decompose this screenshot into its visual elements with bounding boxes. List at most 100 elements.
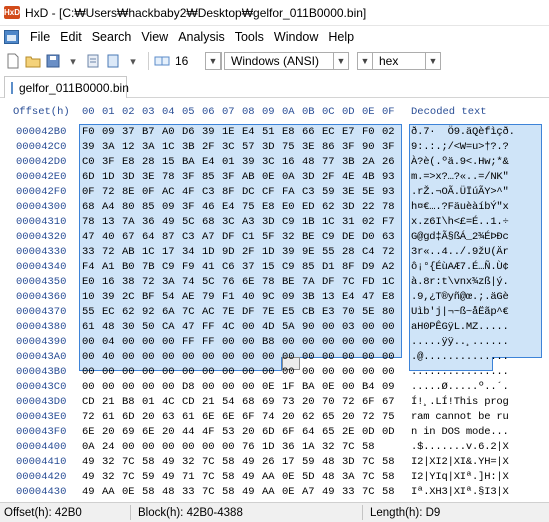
hex-byte[interactable]: 41	[202, 261, 219, 273]
hex-byte[interactable]: 65	[322, 426, 339, 438]
document-icon[interactable]	[104, 52, 122, 70]
hex-byte[interactable]: F4	[82, 261, 99, 273]
hex-byte[interactable]: 39	[242, 156, 259, 168]
hex-byte[interactable]: 66	[302, 126, 319, 138]
hex-byte[interactable]: 00	[222, 381, 239, 393]
hex-byte[interactable]: 75	[242, 201, 259, 213]
hex-byte[interactable]: A4	[102, 201, 119, 213]
hex-byte[interactable]: 49	[162, 216, 179, 228]
hex-byte[interactable]: BA	[182, 156, 199, 168]
hex-byte[interactable]: 4F	[202, 426, 219, 438]
hex-byte[interactable]: 4D	[262, 321, 279, 333]
hex-byte[interactable]: C3	[202, 186, 219, 198]
menu-search[interactable]: Search	[87, 30, 137, 44]
hex-byte[interactable]: 7C	[202, 486, 219, 498]
hex-byte[interactable]: 75	[382, 411, 399, 423]
hex-byte[interactable]: 5C	[202, 276, 219, 288]
hex-byte[interactable]: AB	[242, 171, 259, 183]
hex-byte[interactable]: C9	[282, 216, 299, 228]
hex-byte[interactable]: 7C	[202, 456, 219, 468]
hex-byte[interactable]: BA	[302, 381, 319, 393]
hex-byte[interactable]: 40	[102, 231, 119, 243]
hex-byte[interactable]: A1	[102, 261, 119, 273]
hex-byte[interactable]: D6	[182, 126, 199, 138]
hex-byte[interactable]: CA	[162, 321, 179, 333]
hex-byte[interactable]: 15	[162, 156, 179, 168]
hex-byte[interactable]: 00	[82, 336, 99, 348]
hex-byte[interactable]: 72	[102, 186, 119, 198]
hex-byte[interactable]: E0	[282, 201, 299, 213]
hex-byte[interactable]: 53	[222, 426, 239, 438]
hex-byte[interactable]: 67	[382, 396, 399, 408]
hex-byte[interactable]: 1C	[142, 246, 159, 258]
hex-byte[interactable]: 3A	[162, 276, 179, 288]
hex-byte[interactable]: CF	[262, 186, 279, 198]
hex-byte[interactable]: 62	[302, 411, 319, 423]
hex-byte[interactable]: 00	[142, 366, 159, 378]
decoded-text[interactable]: G@gd‡Ã§ßÁ_2¾ÉÞÐc	[411, 231, 509, 243]
hex-byte[interactable]: 93	[382, 186, 399, 198]
hex-byte[interactable]: 2C	[122, 291, 139, 303]
menu-edit[interactable]: Edit	[55, 30, 87, 44]
hex-byte[interactable]: BE	[302, 231, 319, 243]
hex-byte[interactable]: 0E	[262, 171, 279, 183]
hex-byte[interactable]: 00	[202, 351, 219, 363]
hex-byte[interactable]: AE	[182, 291, 199, 303]
hex-byte[interactable]: 72	[142, 276, 159, 288]
bytes-per-row-value[interactable]: 16	[173, 54, 205, 68]
hex-byte[interactable]: 6D	[262, 426, 279, 438]
hex-byte[interactable]: 74	[262, 411, 279, 423]
hex-byte[interactable]: 7C	[362, 456, 379, 468]
hex-byte[interactable]: 5E	[362, 186, 379, 198]
hex-byte[interactable]: BE	[282, 276, 299, 288]
hex-byte[interactable]: C9	[162, 261, 179, 273]
hex-byte[interactable]: 00	[242, 381, 259, 393]
hex-byte[interactable]: 68	[202, 216, 219, 228]
hex-byte[interactable]: 6F	[242, 411, 259, 423]
hex-byte[interactable]: B8	[122, 396, 139, 408]
hex-byte[interactable]: 02	[382, 126, 399, 138]
hex-byte[interactable]: 3A	[102, 141, 119, 153]
hex-byte[interactable]: C0	[82, 156, 99, 168]
chevron-down-icon[interactable]: ▼	[333, 53, 348, 69]
hex-byte[interactable]: 47	[182, 321, 199, 333]
hex-byte[interactable]: 00	[122, 336, 139, 348]
hex-byte[interactable]: 3F	[182, 171, 199, 183]
hex-byte[interactable]: 00	[182, 366, 199, 378]
hex-byte[interactable]: 00	[182, 351, 199, 363]
hex-byte[interactable]: 3E	[142, 171, 159, 183]
hex-byte[interactable]: 32	[322, 441, 339, 453]
hex-byte[interactable]: 00	[362, 351, 379, 363]
hex-byte[interactable]: A7	[302, 486, 319, 498]
hex-byte[interactable]: D1	[322, 261, 339, 273]
hex-byte[interactable]: 00	[362, 321, 379, 333]
hex-byte[interactable]: 58	[222, 471, 239, 483]
hex-byte[interactable]: 7C	[182, 306, 199, 318]
hex-byte[interactable]: 00	[242, 336, 259, 348]
hex-byte[interactable]: 33	[82, 246, 99, 258]
hex-byte[interactable]: 0E	[322, 381, 339, 393]
menu-file[interactable]: File	[25, 30, 55, 44]
hex-byte[interactable]: E8	[122, 156, 139, 168]
hex-byte[interactable]: 15	[262, 261, 279, 273]
hex-byte[interactable]: 49	[242, 486, 259, 498]
hex-byte[interactable]: 00	[242, 366, 259, 378]
hex-byte[interactable]: 38	[122, 276, 139, 288]
hex-byte[interactable]: 3C	[222, 141, 239, 153]
hex-byte[interactable]: 1C	[382, 276, 399, 288]
hex-byte[interactable]: C9	[282, 261, 299, 273]
hex-byte[interactable]: 00	[302, 336, 319, 348]
hex-byte[interactable]: 4E	[342, 171, 359, 183]
hex-byte[interactable]: 5E	[362, 306, 379, 318]
decoded-text[interactable]: .....ÿÿ..¸......	[411, 336, 509, 348]
hex-byte[interactable]: 36	[142, 216, 159, 228]
hex-byte[interactable]: 01	[142, 396, 159, 408]
hex-byte[interactable]: AC	[202, 306, 219, 318]
hex-byte[interactable]: 00	[342, 351, 359, 363]
hex-byte[interactable]: 20	[242, 426, 259, 438]
hex-byte[interactable]: 33	[182, 486, 199, 498]
hex-byte[interactable]: FF	[202, 321, 219, 333]
hex-byte[interactable]: BF	[142, 291, 159, 303]
hex-byte[interactable]: 17	[282, 456, 299, 468]
chevron-down-icon[interactable]: ▼	[358, 53, 373, 69]
